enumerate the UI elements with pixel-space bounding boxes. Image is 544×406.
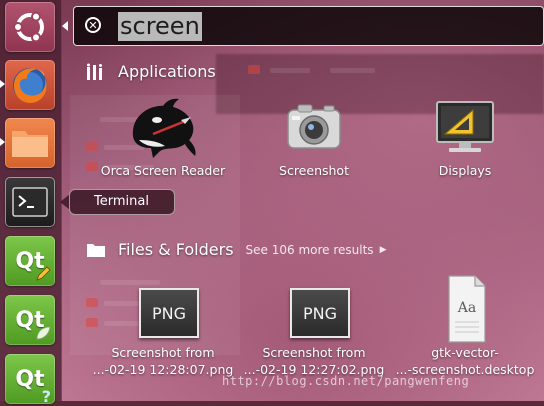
file-result[interactable]: PNG Screenshot from ...-02-19 12:28:07.p… — [88, 286, 238, 378]
png-thumbnail: PNG — [139, 288, 199, 338]
launcher-qt-assistant[interactable]: Qt ? — [5, 354, 55, 406]
camera-icon — [274, 96, 354, 162]
arrow-right-icon[interactable]: ▶ — [380, 245, 387, 255]
orca-icon — [123, 96, 203, 162]
png-file-icon: PNG — [274, 286, 354, 344]
launcher-qt-designer[interactable]: Qt — [5, 295, 55, 345]
terminal-icon — [12, 187, 48, 217]
pencil-icon — [36, 266, 51, 281]
file-name-line2: ...-02-19 12:28:07.png — [92, 362, 234, 377]
app-label: Displays — [438, 163, 492, 178]
qt-logo-icon: Qt — [15, 366, 45, 392]
running-indicator — [0, 80, 5, 88]
app-screenshot[interactable]: Screenshot — [239, 96, 389, 179]
display-icon — [425, 96, 505, 162]
png-thumbnail: PNG — [290, 288, 350, 338]
files-folders-header[interactable]: Files & Folders See 106 more results ▶ — [86, 240, 386, 259]
firefox-icon — [13, 68, 47, 104]
watermark: http://blog.csdn.net/pangwenfeng — [222, 374, 470, 388]
file-name-line1: Screenshot from — [262, 345, 366, 360]
app-label: Orca Screen Reader — [100, 163, 226, 178]
file-result[interactable]: PNG Screenshot from ...-02-19 12:27:02.p… — [239, 286, 389, 378]
blurred-text — [270, 68, 310, 73]
section-title: Applications — [118, 62, 216, 81]
file-result[interactable]: Aa gtk-vector- ...-screenshot.desktop — [390, 272, 540, 378]
blurred-text — [330, 68, 375, 73]
ubuntu-logo-icon — [13, 11, 44, 43]
launcher-terminal[interactable] — [5, 177, 55, 227]
section-title: Files & Folders — [118, 240, 234, 259]
app-displays[interactable]: Displays — [390, 96, 540, 179]
see-more-link[interactable]: See 106 more results — [246, 243, 374, 257]
search-bar[interactable]: ✕ screen — [73, 6, 544, 46]
svg-text:Aa: Aa — [457, 300, 476, 316]
app-label: Screenshot — [279, 163, 349, 178]
app-orca[interactable]: Orca Screen Reader — [88, 96, 238, 179]
blurred-text — [100, 280, 160, 285]
running-indicator — [0, 138, 5, 146]
search-input[interactable]: screen — [118, 12, 202, 41]
folder-icon — [12, 131, 48, 157]
launcher: Qt Qt Qt ? — [0, 0, 62, 406]
launcher-dash-home[interactable] — [5, 2, 55, 52]
launcher-files[interactable] — [5, 118, 55, 168]
launcher-qt-creator[interactable]: Qt — [5, 236, 55, 286]
launcher-tooltip: Terminal — [69, 189, 175, 215]
font-file-icon: Aa — [425, 272, 505, 344]
file-name-line1: gtk-vector- — [431, 345, 499, 360]
applications-icon — [87, 63, 102, 80]
blurred-icon — [248, 65, 260, 74]
launcher-firefox[interactable] — [5, 60, 55, 110]
applications-header[interactable]: Applications — [86, 62, 216, 81]
leaf-icon — [36, 326, 51, 340]
help-icon: ? — [41, 387, 51, 406]
folder-icon — [87, 243, 105, 257]
png-file-icon: PNG — [123, 286, 203, 344]
tooltip-label: Terminal — [94, 194, 149, 209]
active-indicator — [62, 21, 68, 31]
file-name-line1: Screenshot from — [111, 345, 215, 360]
clear-search-icon[interactable]: ✕ — [85, 17, 101, 33]
